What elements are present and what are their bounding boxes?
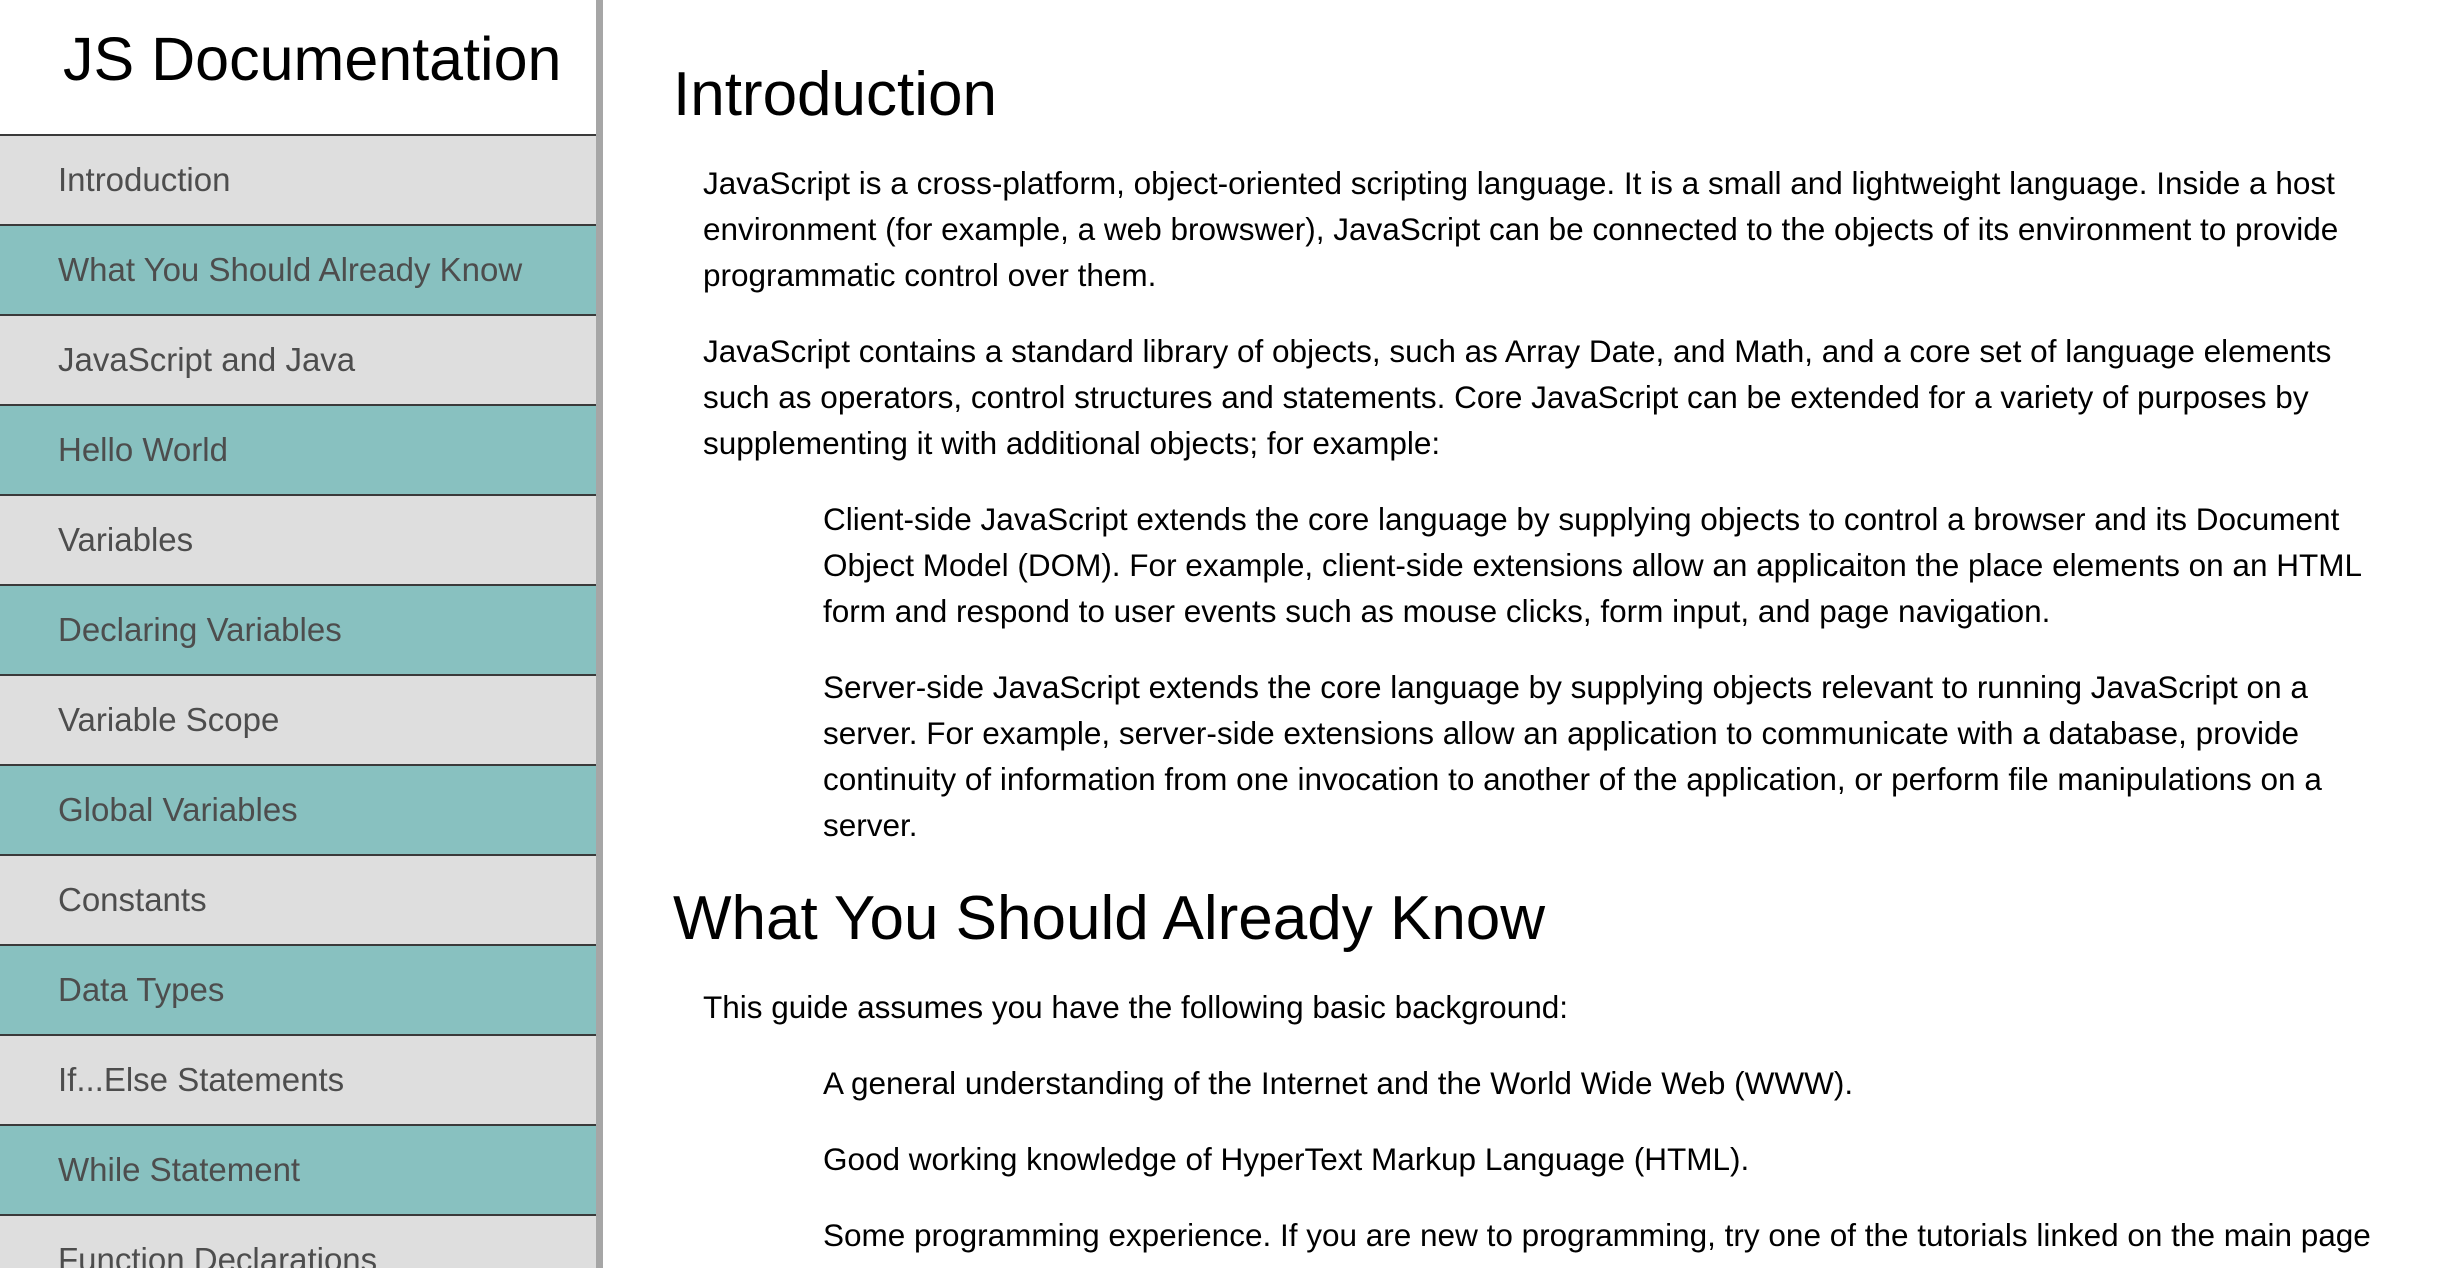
nav-link-while-statement[interactable]: While Statement xyxy=(0,1126,596,1216)
nav-link-data-types[interactable]: Data Types xyxy=(0,946,596,1036)
list-item: Good working knowledge of HyperText Mark… xyxy=(823,1141,1750,1177)
section-what-you-should-already-know: What You Should Already Know This guide … xyxy=(673,888,2394,1268)
main-doc: Introduction JavaScript is a cross-platf… xyxy=(603,0,2454,1268)
nav-link-constants[interactable]: Constants xyxy=(0,856,596,946)
nav-link-variable-scope[interactable]: Variable Scope xyxy=(0,676,596,766)
nav-link-introduction[interactable]: Introduction xyxy=(0,136,596,226)
nav-link-what-you-should-already-know[interactable]: What You Should Already Know xyxy=(0,226,596,316)
section-heading: Introduction xyxy=(673,60,997,129)
nav-link-declaring-variables[interactable]: Declaring Variables xyxy=(0,586,596,676)
paragraph: JavaScript is a cross-platform, object-o… xyxy=(703,165,2339,293)
nav-link-javascript-and-java[interactable]: JavaScript and Java xyxy=(0,316,596,406)
nav-link-if-else-statements[interactable]: If...Else Statements xyxy=(0,1036,596,1126)
nav-link-hello-world[interactable]: Hello World xyxy=(0,406,596,496)
nav-list: Introduction What You Should Already Kno… xyxy=(0,136,596,1268)
list-item: A general understanding of the Internet … xyxy=(823,1065,1854,1101)
paragraph: JavaScript contains a standard library o… xyxy=(703,333,2332,461)
section-heading: What You Should Already Know xyxy=(673,884,1546,953)
navbar: JS Documentation Introduction What You S… xyxy=(0,0,603,1268)
section-introduction: Introduction JavaScript is a cross-platf… xyxy=(673,0,2394,848)
list-item: Server-side JavaScript extends the core … xyxy=(823,669,2322,843)
list-item: Some programming experience. If you are … xyxy=(823,1217,2371,1268)
navbar-title: JS Documentation xyxy=(0,0,596,136)
nav-link-global-variables[interactable]: Global Variables xyxy=(0,766,596,856)
nav-link-function-declarations[interactable]: Function Declarations xyxy=(0,1216,596,1268)
list-item: Client-side JavaScript extends the core … xyxy=(823,501,2361,629)
nav-link-variables[interactable]: Variables xyxy=(0,496,596,586)
paragraph: This guide assumes you have the followin… xyxy=(703,989,1569,1025)
